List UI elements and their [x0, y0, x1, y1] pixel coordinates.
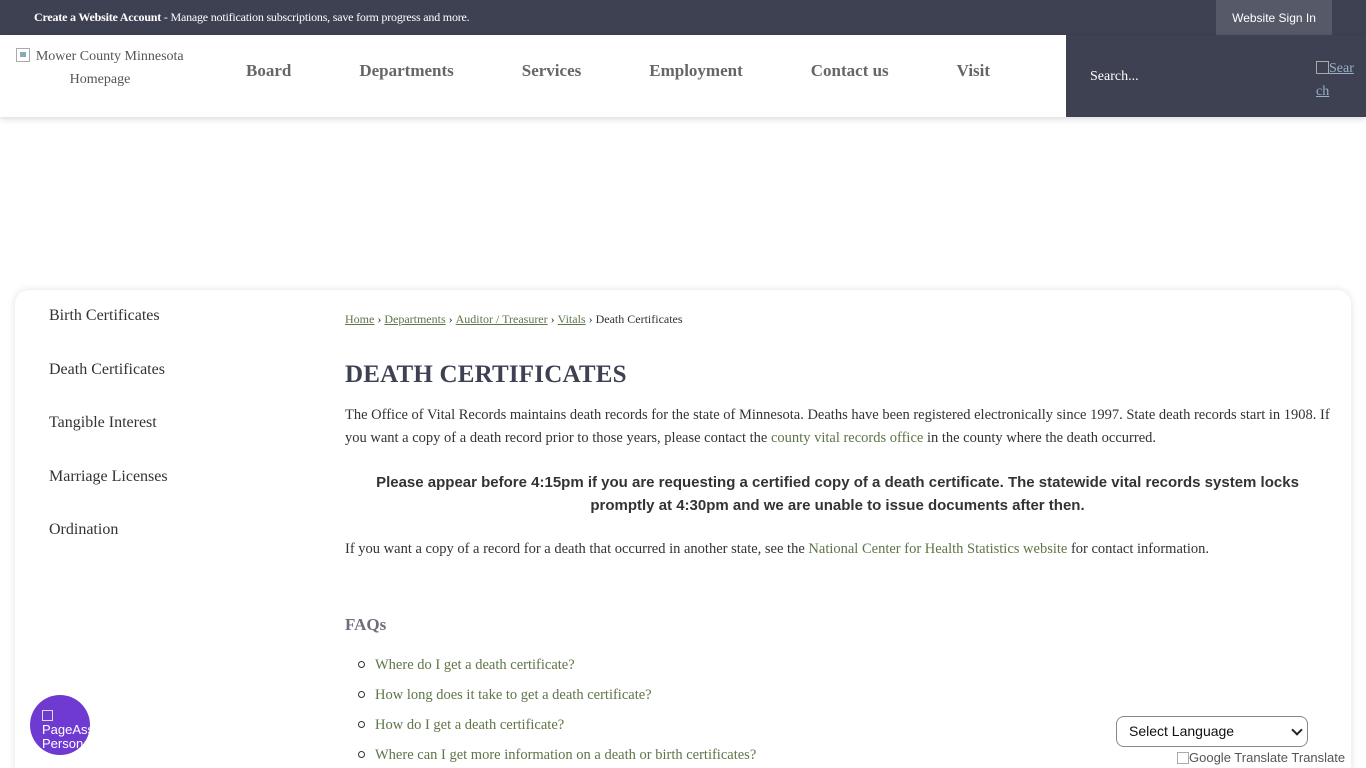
other-state-text-start: If you want a copy of a record for a dea…	[345, 541, 809, 557]
other-state-paragraph: If you want a copy of a record for a dea…	[345, 538, 1330, 561]
translate-label: Translate	[1291, 750, 1346, 765]
nav-contact-us[interactable]: Contact us	[777, 35, 923, 117]
other-state-text-end: for contact information.	[1067, 541, 1210, 557]
breadcrumb-separator: ›	[377, 312, 382, 326]
language-select[interactable]: Select Language	[1116, 716, 1308, 747]
top-bar: Create a Website Account - Manage notifi…	[0, 0, 1366, 35]
create-account-message[interactable]: Create a Website Account - Manage notifi…	[34, 10, 470, 25]
faq-link[interactable]: Where do I get a death certificate?	[375, 657, 575, 673]
breadcrumb-departments[interactable]: Departments	[384, 312, 445, 326]
site-logo[interactable]: Mower County Minnesota Homepage	[14, 45, 186, 91]
sidebar-item-birth-certificates[interactable]: Birth Certificates	[49, 306, 168, 360]
time-notice: Please appear before 4:15pm if you are r…	[376, 474, 1299, 514]
breadcrumb-home[interactable]: Home	[345, 312, 374, 326]
nav-services[interactable]: Services	[488, 35, 615, 117]
create-account-link[interactable]: Create a Website Account	[34, 10, 161, 24]
nav-visit[interactable]: Visit	[923, 35, 1024, 117]
personalization-button[interactable]: PageAssist Personalization	[30, 695, 90, 755]
search-area: Search	[1066, 35, 1366, 117]
language-select-value: Select Language	[1129, 723, 1235, 739]
sidebar-item-death-certificates[interactable]: Death Certificates	[49, 360, 168, 414]
breadcrumb-separator: ›	[550, 312, 555, 326]
chevron-down-icon	[1291, 724, 1303, 736]
breadcrumb-vitals[interactable]: Vitals	[558, 312, 586, 326]
sidebar-item-tangible-interest[interactable]: Tangible Interest	[49, 413, 168, 467]
breadcrumb-current: Death Certificates	[595, 312, 683, 326]
breadcrumb: Home › Departments › Auditor / Treasurer › Vit…	[345, 312, 1330, 327]
faq-link[interactable]: How long does it take to get a death cer…	[375, 687, 652, 703]
page-title: DEATH CERTIFICATES	[345, 361, 627, 388]
search-icon	[1316, 61, 1329, 74]
search-button[interactable]: Search	[1316, 57, 1356, 103]
faqs-heading: FAQs	[345, 615, 387, 634]
nchs-website-link[interactable]: National Center for Health Statistics we…	[808, 541, 1067, 557]
nav-board[interactable]: Board	[212, 35, 325, 117]
sidebar-item-marriage-licenses[interactable]: Marriage Licenses	[49, 467, 168, 521]
main-navigation: Board Departments Services Employment Co…	[212, 35, 1024, 117]
broken-image-icon	[16, 48, 31, 62]
main-content: Home › Departments › Auditor / Treasurer › Vit…	[345, 312, 1330, 768]
list-item: How long does it take to get a death cer…	[345, 686, 1330, 716]
logo-alt-text: Mower County Minnesota Homepage	[35, 49, 184, 87]
website-sign-in-button[interactable]: Website Sign In	[1216, 0, 1332, 35]
intro-paragraph: The Office of Vital Records maintains de…	[345, 404, 1330, 450]
sidebar-navigation: Birth Certificates Death Certificates Ta…	[49, 306, 168, 574]
intro-text-end: in the county where the death occurred.	[923, 430, 1157, 446]
nav-employment[interactable]: Employment	[615, 35, 777, 117]
search-input[interactable]	[1090, 67, 1290, 87]
list-item: Where do I get a death certificate?	[345, 656, 1330, 686]
create-account-description: - Manage notification subscriptions, sav…	[161, 10, 470, 24]
breadcrumb-separator: ›	[448, 312, 453, 326]
sidebar-item-ordination[interactable]: Ordination	[49, 520, 168, 574]
site-header: Mower County Minnesota Homepage Board De…	[0, 35, 1366, 117]
county-vital-records-link[interactable]: county vital records office	[771, 430, 923, 446]
google-logo-icon	[1177, 752, 1189, 764]
breadcrumb-separator: ›	[588, 312, 593, 326]
google-translate-alt: Google Translate	[1189, 750, 1289, 765]
breadcrumb-auditor-treasurer[interactable]: Auditor / Treasurer	[456, 312, 548, 326]
faq-link[interactable]: Where can I get more information on a de…	[375, 747, 756, 763]
nav-departments[interactable]: Departments	[325, 35, 487, 117]
person-icon	[42, 710, 53, 721]
google-translate-badge[interactable]: Google Translate Translate	[1177, 750, 1345, 765]
faq-link[interactable]: How do I get a death certificate?	[375, 717, 564, 733]
